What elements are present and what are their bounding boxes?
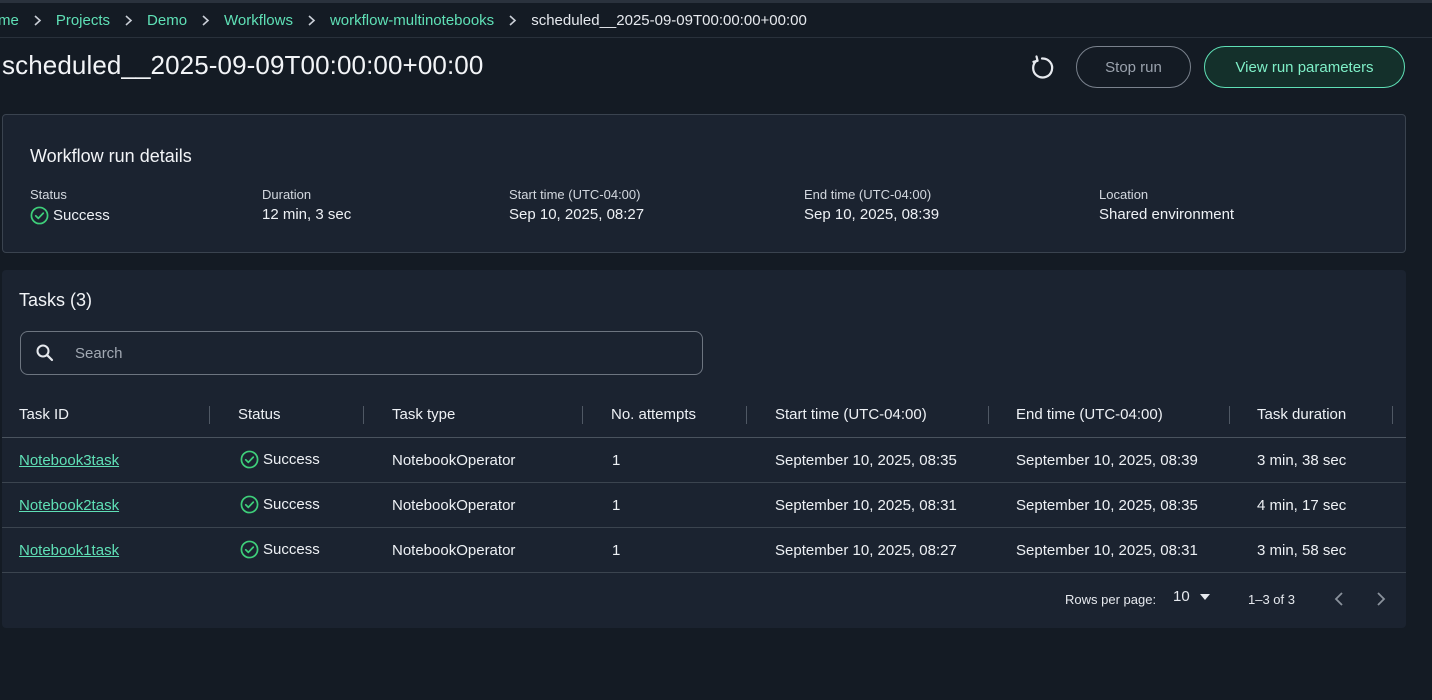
caret-down-icon: [1199, 593, 1210, 600]
previous-page-button[interactable]: [1328, 588, 1350, 610]
location-label: Location: [1099, 187, 1149, 202]
column-header-end-time[interactable]: End time (UTC-04:00): [1016, 406, 1163, 423]
column-header-task-type[interactable]: Task type: [392, 406, 455, 423]
task-start-time: September 10, 2025, 08:35: [775, 452, 957, 469]
breadcrumb-home[interactable]: me: [0, 12, 19, 29]
task-type: NotebookOperator: [392, 497, 516, 514]
details-title: Workflow run details: [30, 146, 192, 166]
chevron-left-icon: [1334, 592, 1344, 606]
check-circle-icon: [240, 450, 259, 469]
status-value: Success: [53, 207, 110, 224]
table-row: Notebook3task Success NotebookOperator 1…: [2, 438, 1406, 483]
table-header: Task ID Status Task type No. attempts St…: [2, 397, 1406, 438]
chevron-right-icon: [307, 15, 316, 26]
task-type: NotebookOperator: [392, 542, 516, 559]
view-run-parameters-button[interactable]: View run parameters: [1204, 46, 1405, 88]
tasks-card: Tasks (3) Task ID Status Task type No. a…: [2, 270, 1406, 628]
task-duration: 4 min, 17 sec: [1257, 497, 1347, 514]
rows-per-page-value: 10: [1173, 588, 1190, 605]
stop-run-button[interactable]: Stop run: [1076, 46, 1191, 88]
chevron-right-icon: [508, 15, 517, 26]
chevron-right-icon: [124, 15, 133, 26]
top-border: [0, 0, 1432, 3]
chevron-right-icon: [1376, 592, 1386, 606]
next-page-button[interactable]: [1370, 588, 1392, 610]
task-id-link[interactable]: Notebook2task: [19, 497, 119, 514]
column-header-start-time[interactable]: Start time (UTC-04:00): [775, 406, 927, 423]
check-circle-icon: [30, 206, 49, 225]
column-header-status[interactable]: Status: [238, 406, 281, 423]
task-end-time: September 10, 2025, 08:39: [1016, 452, 1198, 469]
task-start-time: September 10, 2025, 08:27: [775, 542, 957, 559]
task-status: Success: [263, 496, 320, 513]
task-attempts: 1: [612, 452, 621, 469]
end-time-field: End time (UTC-04:00) Sep 10, 2025, 08:39: [804, 187, 939, 223]
column-resize-handle[interactable]: [1229, 406, 1230, 424]
breadcrumb-workflow[interactable]: workflow-multinotebooks: [330, 12, 494, 29]
task-end-time: September 10, 2025, 08:35: [1016, 497, 1198, 514]
task-attempts: 1: [612, 542, 621, 559]
column-resize-handle[interactable]: [363, 406, 364, 424]
end-time-label: End time (UTC-04:00): [804, 187, 932, 202]
start-time-label: Start time (UTC-04:00): [509, 187, 641, 202]
duration-label: Duration: [262, 187, 312, 202]
task-end-time: September 10, 2025, 08:31: [1016, 542, 1198, 559]
duration-value: 12 min, 3 sec: [262, 206, 352, 223]
status-label: Status: [30, 187, 67, 202]
task-type: NotebookOperator: [392, 452, 516, 469]
end-time-value: Sep 10, 2025, 08:39: [804, 206, 940, 223]
rows-per-page-label: Rows per page:: [1065, 592, 1157, 607]
status-field: Status Success: [30, 187, 110, 225]
search-input[interactable]: [73, 343, 637, 363]
start-time-value: Sep 10, 2025, 08:27: [509, 206, 645, 223]
breadcrumb-current: scheduled__2025-09-09T00:00:00+00:00: [531, 12, 807, 29]
task-status: Success: [263, 541, 320, 558]
table-row: Notebook2task Success NotebookOperator 1…: [2, 483, 1406, 528]
column-header-task-id[interactable]: Task ID: [19, 406, 69, 423]
task-id-link[interactable]: Notebook1task: [19, 542, 119, 559]
column-resize-handle[interactable]: [1392, 406, 1393, 424]
workflow-run-details-card: Workflow run details Status Success Dura…: [2, 114, 1406, 253]
column-resize-handle[interactable]: [988, 406, 989, 424]
tasks-title: Tasks (3): [19, 290, 93, 310]
column-resize-handle[interactable]: [209, 406, 210, 424]
location-value: Shared environment: [1099, 206, 1235, 223]
breadcrumb: me Projects Demo Workflows workflow-mult…: [0, 4, 1432, 38]
column-resize-handle[interactable]: [582, 406, 583, 424]
refresh-button[interactable]: [1026, 52, 1058, 84]
chevron-right-icon: [201, 15, 210, 26]
task-duration: 3 min, 58 sec: [1257, 542, 1347, 559]
breadcrumb-demo[interactable]: Demo: [147, 12, 187, 29]
rows-per-page-select[interactable]: 10: [1173, 588, 1210, 605]
page-title: scheduled__2025-09-09T00:00:00+00:00: [2, 50, 484, 80]
duration-field: Duration 12 min, 3 sec: [262, 187, 351, 223]
task-attempts: 1: [612, 497, 621, 514]
location-field: Location Shared environment: [1099, 187, 1234, 223]
column-resize-handle[interactable]: [746, 406, 747, 424]
start-time-field: Start time (UTC-04:00) Sep 10, 2025, 08:…: [509, 187, 644, 223]
task-status: Success: [263, 451, 320, 468]
table-row: Notebook1task Success NotebookOperator 1…: [2, 528, 1406, 573]
check-circle-icon: [240, 540, 259, 559]
chevron-right-icon: [33, 15, 42, 26]
check-circle-icon: [240, 495, 259, 514]
refresh-icon: [1029, 55, 1055, 81]
column-header-attempts[interactable]: No. attempts: [611, 406, 696, 423]
column-header-task-duration[interactable]: Task duration: [1257, 406, 1346, 423]
task-id-link[interactable]: Notebook3task: [19, 452, 119, 469]
search-box: [20, 331, 703, 375]
search-icon: [35, 343, 55, 363]
breadcrumb-workflows[interactable]: Workflows: [224, 12, 293, 29]
pagination-range: 1–3 of 3: [1248, 592, 1295, 607]
breadcrumb-projects[interactable]: Projects: [56, 12, 110, 29]
task-duration: 3 min, 38 sec: [1257, 452, 1347, 469]
task-start-time: September 10, 2025, 08:31: [775, 497, 957, 514]
